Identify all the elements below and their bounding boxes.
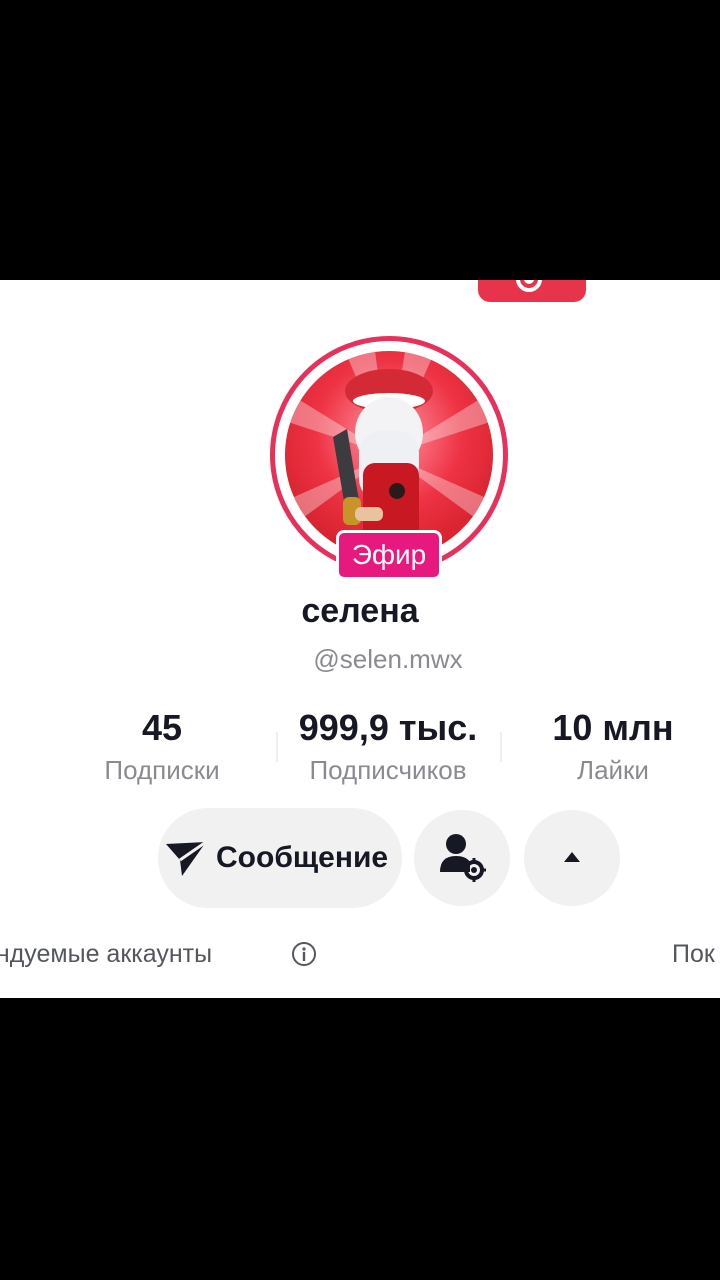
avatar-character-icon	[285, 351, 493, 543]
username: @selen.mwx	[313, 644, 463, 674]
stat-likes[interactable]: 10 млн Лайки	[530, 706, 696, 788]
stat-divider	[500, 732, 502, 762]
letterbox-top	[0, 0, 720, 280]
message-button[interactable]: Сообщение	[158, 808, 402, 908]
stat-followers[interactable]: 999,9 тыс. Подписчиков	[280, 706, 496, 788]
caret-up-icon	[564, 852, 580, 862]
send-icon	[166, 840, 207, 876]
followers-label: Подписчиков	[309, 755, 467, 785]
message-button-label: Сообщение	[216, 841, 389, 874]
letterbox-bottom	[0, 998, 720, 1280]
likes-count: 10 млн	[552, 707, 674, 748]
following-label: Подписки	[104, 755, 220, 785]
stat-following[interactable]: 45 Подписки	[80, 706, 244, 788]
user-gear-icon	[440, 834, 486, 882]
collapse-button[interactable]	[524, 810, 620, 906]
profile-panel: Эфир селена @selen.mwx 45 Подписки 999,9…	[0, 280, 720, 998]
user-settings-button[interactable]	[414, 810, 510, 906]
followers-count: 999,9 тыс.	[298, 707, 478, 748]
info-icon[interactable]	[290, 940, 318, 968]
following-count: 45	[141, 707, 183, 748]
stat-divider	[276, 732, 278, 762]
live-badge[interactable]: Эфир	[336, 530, 442, 580]
suggested-accounts-label: ендуемые аккаунты	[0, 940, 213, 968]
likes-label: Лайки	[577, 755, 649, 785]
avatar-image	[285, 351, 493, 559]
display-name: селена	[301, 592, 419, 630]
record-tab[interactable]	[478, 280, 586, 302]
show-all-link[interactable]: Пок	[672, 936, 715, 972]
